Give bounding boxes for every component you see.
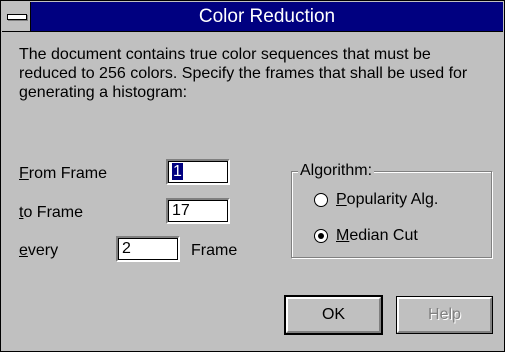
median-cut-radio-label[interactable]: Median Cut (336, 227, 418, 245)
median-cut-label-text: edian Cut (349, 227, 418, 244)
median-cut-hotkey: M (336, 227, 350, 244)
every-value: 2 (122, 240, 131, 257)
from-frame-hotkey: F (19, 165, 29, 182)
popularity-label-text: opularity Alg. (346, 191, 439, 208)
dialog-title: Color Reduction (198, 6, 336, 27)
popularity-radio-label[interactable]: Popularity Alg. (336, 191, 438, 209)
system-menu-icon (7, 14, 27, 20)
every-label-text: very (27, 242, 59, 259)
to-frame-label: to Frame (19, 204, 83, 222)
from-frame-value: 1 (172, 163, 183, 180)
title-bar[interactable]: Color Reduction (2, 2, 503, 32)
to-frame-value: 17 (172, 202, 190, 219)
help-button[interactable]: Help (396, 296, 493, 334)
radio-selected-dot (318, 233, 324, 239)
every-hotkey: e (19, 242, 28, 259)
popularity-hotkey: P (336, 191, 347, 208)
median-cut-radio-icon[interactable] (314, 229, 328, 243)
ok-button[interactable]: OK (284, 295, 383, 335)
to-frame-label-text: o Frame (23, 204, 84, 221)
every-input[interactable]: 2 (116, 236, 180, 262)
from-frame-label-text: rom Frame (28, 165, 108, 182)
from-frame-label: From Frame (19, 165, 107, 183)
from-frame-input[interactable]: 1 (166, 159, 230, 185)
system-menu-button[interactable] (2, 2, 31, 31)
popularity-radio-icon[interactable] (314, 193, 328, 207)
description-text: The document contains true color sequenc… (19, 46, 468, 101)
algorithm-group-title: Algorithm: (298, 162, 375, 180)
every-suffix-label: Frame (191, 242, 238, 259)
every-label: every (19, 242, 58, 260)
color-reduction-dialog: Color Reduction The document contains tr… (0, 0, 505, 352)
to-frame-input[interactable]: 17 (166, 198, 230, 224)
